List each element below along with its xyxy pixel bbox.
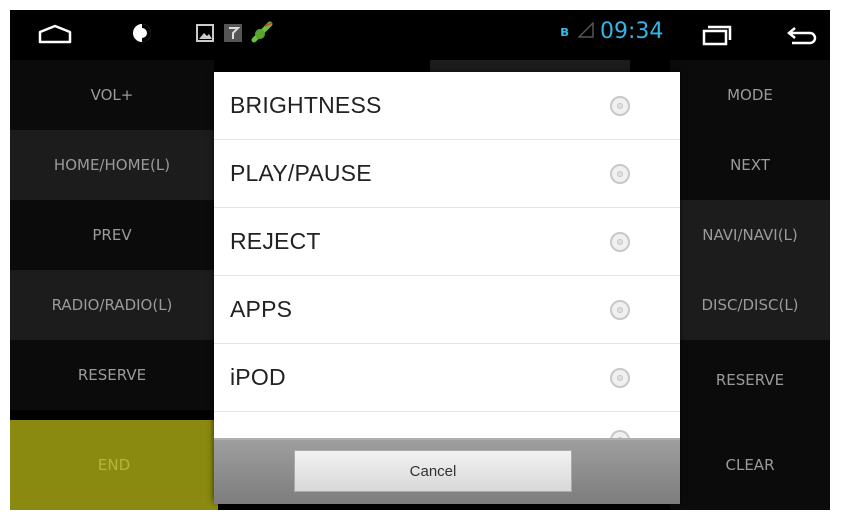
clear-button[interactable]: CLEAR: [670, 420, 830, 510]
option-label: iPOD: [230, 364, 286, 390]
option-brightness[interactable]: BRIGHTNESS: [214, 72, 680, 140]
list-item-partial[interactable]: [214, 412, 680, 438]
option-label: APPS: [230, 296, 293, 322]
option-play-pause[interactable]: PLAY/PAUSE: [214, 140, 680, 208]
dialog-footer: Cancel: [214, 438, 680, 504]
clock: 09:34: [600, 19, 664, 44]
radio-icon[interactable]: [610, 430, 630, 438]
option-label: REJECT: [230, 228, 321, 254]
home-button[interactable]: HOME/HOME(L): [10, 130, 214, 200]
back-icon[interactable]: [786, 24, 818, 50]
option-label: PLAY/PAUSE: [230, 160, 372, 186]
option-apps[interactable]: APPS: [214, 276, 680, 344]
option-label: BRIGHTNESS: [230, 92, 382, 118]
reserve-right-button[interactable]: RESERVE: [670, 340, 830, 420]
prev-button[interactable]: PREV: [10, 200, 214, 270]
radio-button[interactable]: RADIO/RADIO(L): [10, 270, 214, 340]
key-function-dialog: BRIGHTNESS PLAY/PAUSE REJECT APPS iPOD C…: [214, 72, 680, 504]
signal-icon: [577, 21, 594, 42]
option-reject[interactable]: REJECT: [214, 208, 680, 276]
end-button[interactable]: END: [10, 420, 218, 510]
disc-button[interactable]: DISC/DISC(L): [670, 270, 830, 340]
mode-button[interactable]: MODE: [670, 60, 830, 130]
device-screen: ʙ 09:34 VOL+ HOME/HOME(L) PREV RADIO/RAD…: [10, 10, 830, 510]
vol-up-button[interactable]: VOL+: [10, 60, 214, 130]
radio-icon[interactable]: [610, 231, 630, 252]
radio-icon[interactable]: [610, 163, 630, 184]
cancel-button[interactable]: Cancel: [294, 450, 572, 492]
home-icon[interactable]: [38, 24, 72, 48]
navi-button[interactable]: NAVI/NAVI(L): [670, 200, 830, 270]
flag-icon: [224, 24, 242, 46]
next-button[interactable]: NEXT: [670, 130, 830, 200]
status-bar: ʙ 09:34: [10, 10, 830, 60]
android-icon: [250, 20, 276, 50]
recent-apps-icon[interactable]: [702, 24, 732, 50]
radio-icon[interactable]: [610, 299, 630, 320]
radio-icon[interactable]: [610, 367, 630, 388]
bluetooth-icon: ʙ: [560, 24, 569, 40]
image-icon: [196, 24, 214, 46]
radio-icon[interactable]: [610, 95, 630, 116]
reserve-left-button[interactable]: RESERVE: [10, 340, 214, 410]
brightness-icon: [130, 21, 154, 49]
option-ipod[interactable]: iPOD: [214, 344, 680, 412]
